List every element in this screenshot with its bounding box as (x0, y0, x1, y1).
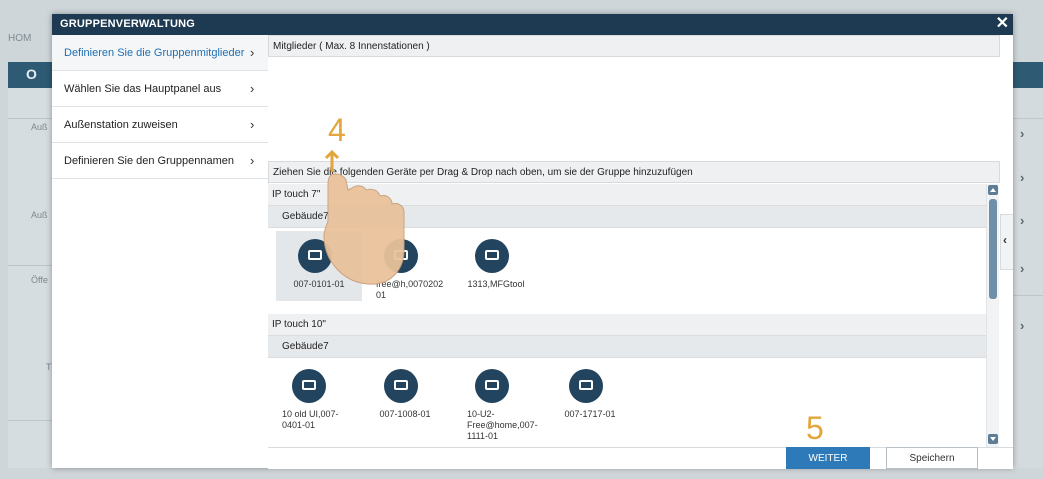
step-define-members[interactable]: Definieren Sie die Gruppenmitglieder › (52, 35, 268, 71)
scrollbar-thumb[interactable] (989, 199, 997, 299)
members-header-text: Mitglieder ( Max. 8 Innenstationen ) (273, 41, 430, 52)
scroll-down-icon[interactable] (988, 434, 998, 444)
device-label: 007-1717-01 (564, 409, 616, 419)
wizard-steps: Definieren Sie die Gruppenmitglieder › W… (52, 35, 269, 468)
device-item[interactable]: 007-1008-01 (362, 361, 448, 431)
device-label: 10-U2-Free@home,007-1111-01 (467, 409, 538, 441)
close-icon[interactable]: ✕ (996, 15, 1009, 33)
background-divider (8, 420, 52, 421)
chevron-right-icon: › (1020, 318, 1025, 333)
device-label: 1313,MFGtool (467, 279, 525, 289)
indoor-station-icon (475, 369, 509, 403)
device-group-title: IP touch 10" (272, 319, 326, 330)
step-marker-5: 5 (806, 410, 824, 446)
chevron-right-icon: › (1020, 170, 1025, 185)
chevron-right-icon: › (250, 45, 255, 60)
device-item[interactable]: 007-1717-01 (547, 361, 633, 431)
step-marker-4: 4 (328, 112, 346, 148)
chevron-right-icon: › (1020, 126, 1025, 141)
step-define-group-name[interactable]: Definieren Sie den Gruppennamen › (52, 143, 268, 179)
drag-hand-icon (323, 150, 405, 285)
background-divider (1013, 118, 1043, 119)
step-select-main-panel[interactable]: Wählen Sie das Hauptpanel aus › (52, 71, 268, 107)
dialog-footer: WEITER Speichern (268, 447, 1013, 469)
step-label: Außenstation zuweisen (64, 119, 178, 131)
home-label: HOM (8, 33, 32, 44)
step-assign-outdoor-station[interactable]: Außenstation zuweisen › (52, 107, 268, 143)
background-band-letter: O (26, 66, 37, 82)
chevron-right-icon: › (1020, 261, 1025, 276)
chevron-right-icon: › (250, 81, 255, 96)
next-button[interactable]: WEITER (786, 447, 870, 469)
members-header: Mitglieder ( Max. 8 Innenstationen ) (268, 35, 1000, 57)
background-label: Auß (31, 210, 48, 220)
background-right-panel (1013, 88, 1043, 468)
background-divider (1013, 295, 1043, 296)
device-list-scrollbar[interactable] (986, 184, 999, 447)
dialog-title: GRUPPENVERWALTUNG (60, 18, 196, 30)
building-header: Gebäude7 (268, 336, 986, 358)
background-divider (8, 265, 52, 266)
save-button[interactable]: Speichern (886, 447, 978, 469)
device-label: 007-1008-01 (379, 409, 431, 419)
collapse-panel-tab[interactable]: ‹ (1000, 214, 1013, 270)
scroll-up-icon[interactable] (988, 185, 998, 195)
device-item[interactable]: 10 old UI,007-0401-01 (270, 361, 356, 431)
chevron-right-icon: › (250, 153, 255, 168)
background-divider (8, 118, 52, 119)
device-label: 10 old UI,007-0401-01 (282, 409, 339, 430)
indoor-station-icon (569, 369, 603, 403)
background-label: Öffe (31, 275, 48, 285)
members-drop-zone[interactable] (268, 57, 1000, 161)
device-item[interactable]: 1313,MFGtool (453, 231, 539, 301)
chevron-right-icon: › (250, 117, 255, 132)
step-label: Definieren Sie den Gruppennamen (64, 155, 235, 167)
indoor-station-icon (475, 239, 509, 273)
indoor-station-icon (292, 369, 326, 403)
step-label: Definieren Sie die Gruppenmitglieder (64, 47, 245, 59)
device-group-header: IP touch 10" (268, 314, 986, 336)
step-label: Wählen Sie das Hauptpanel aus (64, 83, 222, 95)
indoor-station-icon (384, 369, 418, 403)
device-item[interactable]: 10-U2-Free@home,007-1111-01 (453, 361, 539, 441)
dialog-header: GRUPPENVERWALTUNG ✕ (52, 14, 1013, 35)
device-group-title: IP touch 7" (272, 189, 321, 200)
background-label: T (46, 362, 52, 372)
chevron-left-icon: ‹ (1003, 233, 1007, 247)
chevron-right-icon: › (1020, 213, 1025, 228)
background-label: Auß (31, 122, 48, 132)
building-title: Gebäude7 (282, 341, 329, 352)
group-management-dialog: GRUPPENVERWALTUNG ✕ Definieren Sie die G… (52, 14, 1013, 469)
